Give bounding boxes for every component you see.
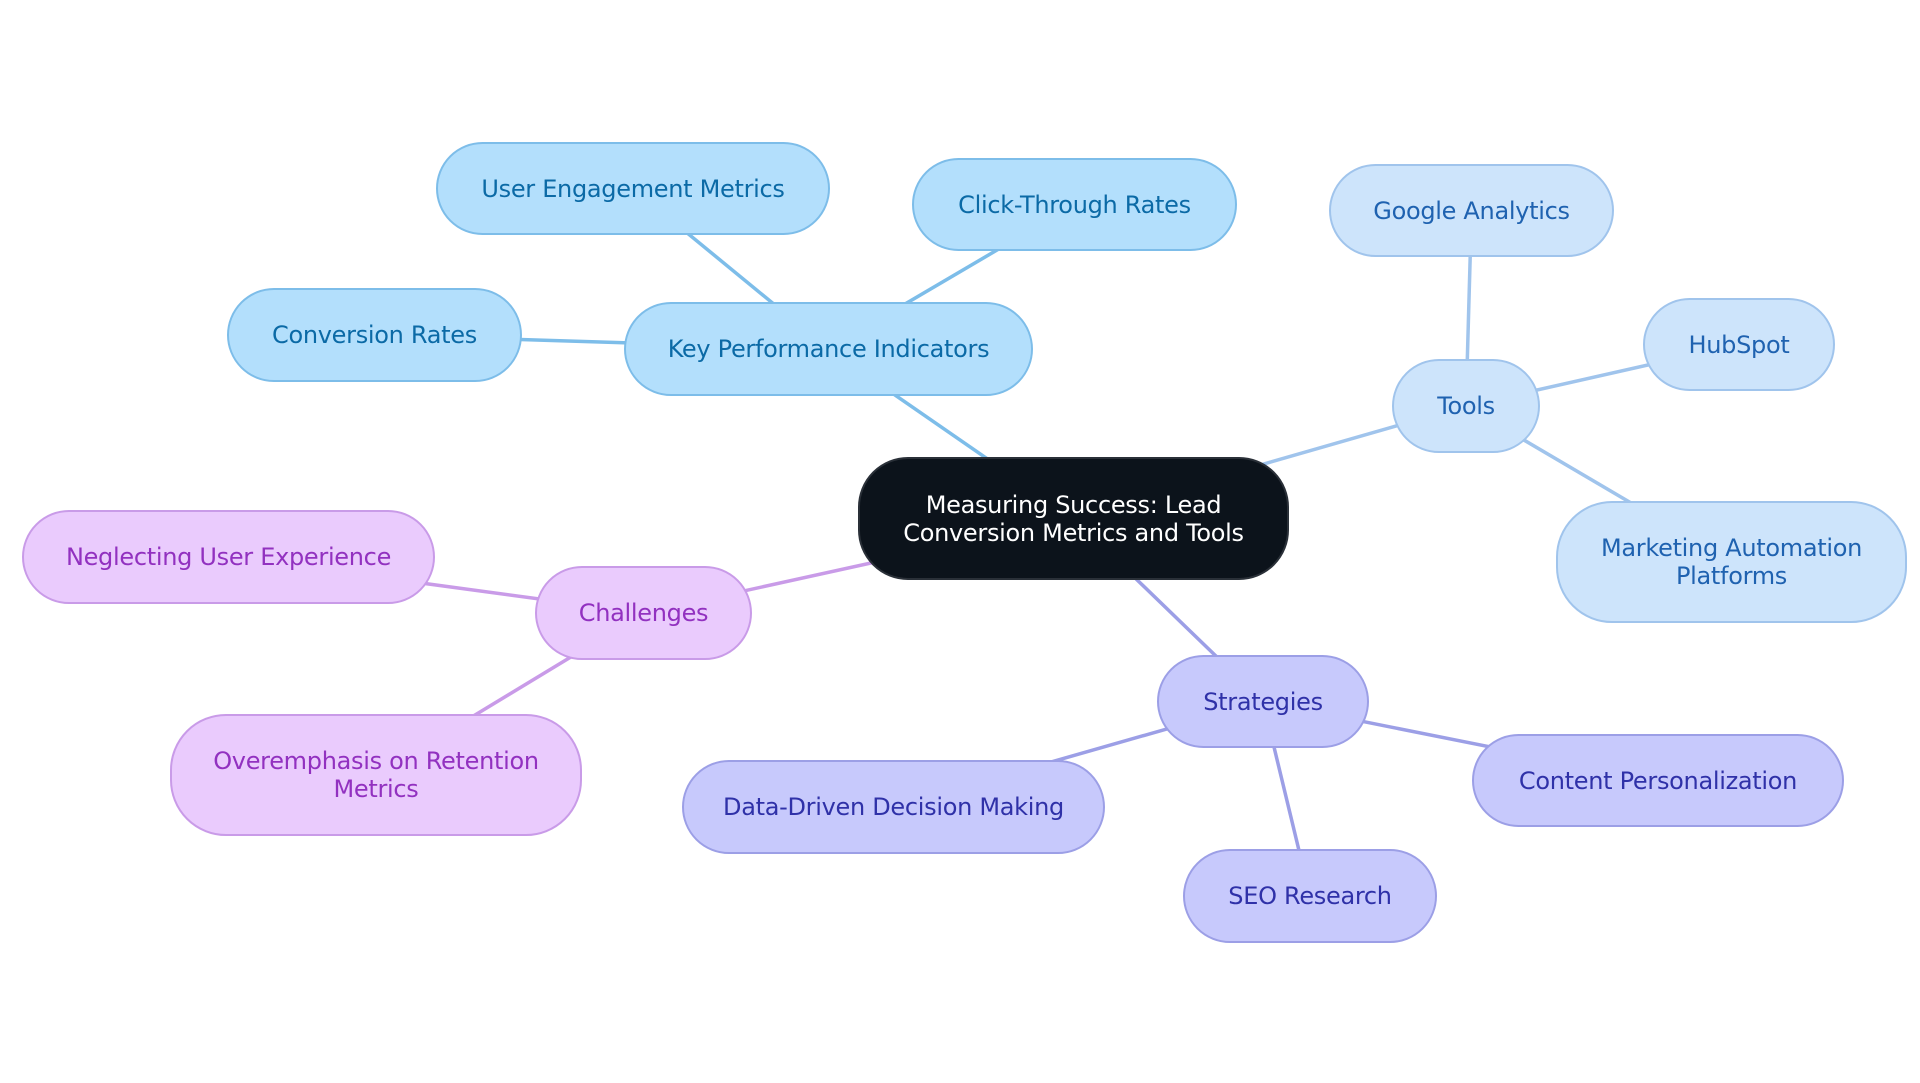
leaf-node-click-through-rates[interactable]: Click-Through Rates <box>912 158 1237 251</box>
leaf-node-label: Overemphasis on Retention Metrics <box>213 747 539 803</box>
leaf-node-neglecting-user-experience[interactable]: Neglecting User Experience <box>22 510 435 604</box>
branch-node-label: Challenges <box>578 599 709 627</box>
leaf-node-label: User Engagement Metrics <box>481 174 785 203</box>
leaf-node-seo-research[interactable]: SEO Research <box>1183 849 1437 943</box>
leaf-node-label: SEO Research <box>1228 882 1392 910</box>
branch-node-label: Tools <box>1437 392 1495 420</box>
leaf-node-google-analytics[interactable]: Google Analytics <box>1329 164 1614 257</box>
leaf-node-user-engagement-metrics[interactable]: User Engagement Metrics <box>436 142 830 235</box>
leaf-node-label: Marketing Automation Platforms <box>1600 534 1863 590</box>
root-node[interactable]: Measuring Success: Lead Conversion Metri… <box>858 457 1289 580</box>
branch-node-challenges[interactable]: Challenges <box>535 566 752 660</box>
branch-node-label: Strategies <box>1203 687 1323 716</box>
leaf-node-label: Data-Driven Decision Making <box>723 793 1064 821</box>
leaf-node-conversion-rates[interactable]: Conversion Rates <box>227 288 522 382</box>
leaf-node-label: HubSpot <box>1688 330 1790 359</box>
leaf-node-hubspot[interactable]: HubSpot <box>1643 298 1835 391</box>
branch-node-strategies[interactable]: Strategies <box>1157 655 1369 748</box>
leaf-node-label: Conversion Rates <box>272 321 477 349</box>
leaf-node-label: Neglecting User Experience <box>65 543 392 571</box>
leaf-node-overemphasis-on-retention-metrics[interactable]: Overemphasis on Retention Metrics <box>170 714 582 836</box>
leaf-node-label: Content Personalization <box>1518 766 1798 795</box>
leaf-node-content-personalization[interactable]: Content Personalization <box>1472 734 1844 827</box>
leaf-node-data-driven-decision-making[interactable]: Data-Driven Decision Making <box>682 760 1105 854</box>
branch-node-tools[interactable]: Tools <box>1392 359 1540 453</box>
branch-node-label: Key Performance Indicators <box>667 335 990 363</box>
leaf-node-marketing-automation-platforms[interactable]: Marketing Automation Platforms <box>1556 501 1907 623</box>
leaf-node-label: Click-Through Rates <box>958 190 1191 219</box>
branch-node-kpi[interactable]: Key Performance Indicators <box>624 302 1033 396</box>
root-node-label: Measuring Success: Lead Conversion Metri… <box>903 490 1244 547</box>
leaf-node-label: Google Analytics <box>1373 196 1570 225</box>
